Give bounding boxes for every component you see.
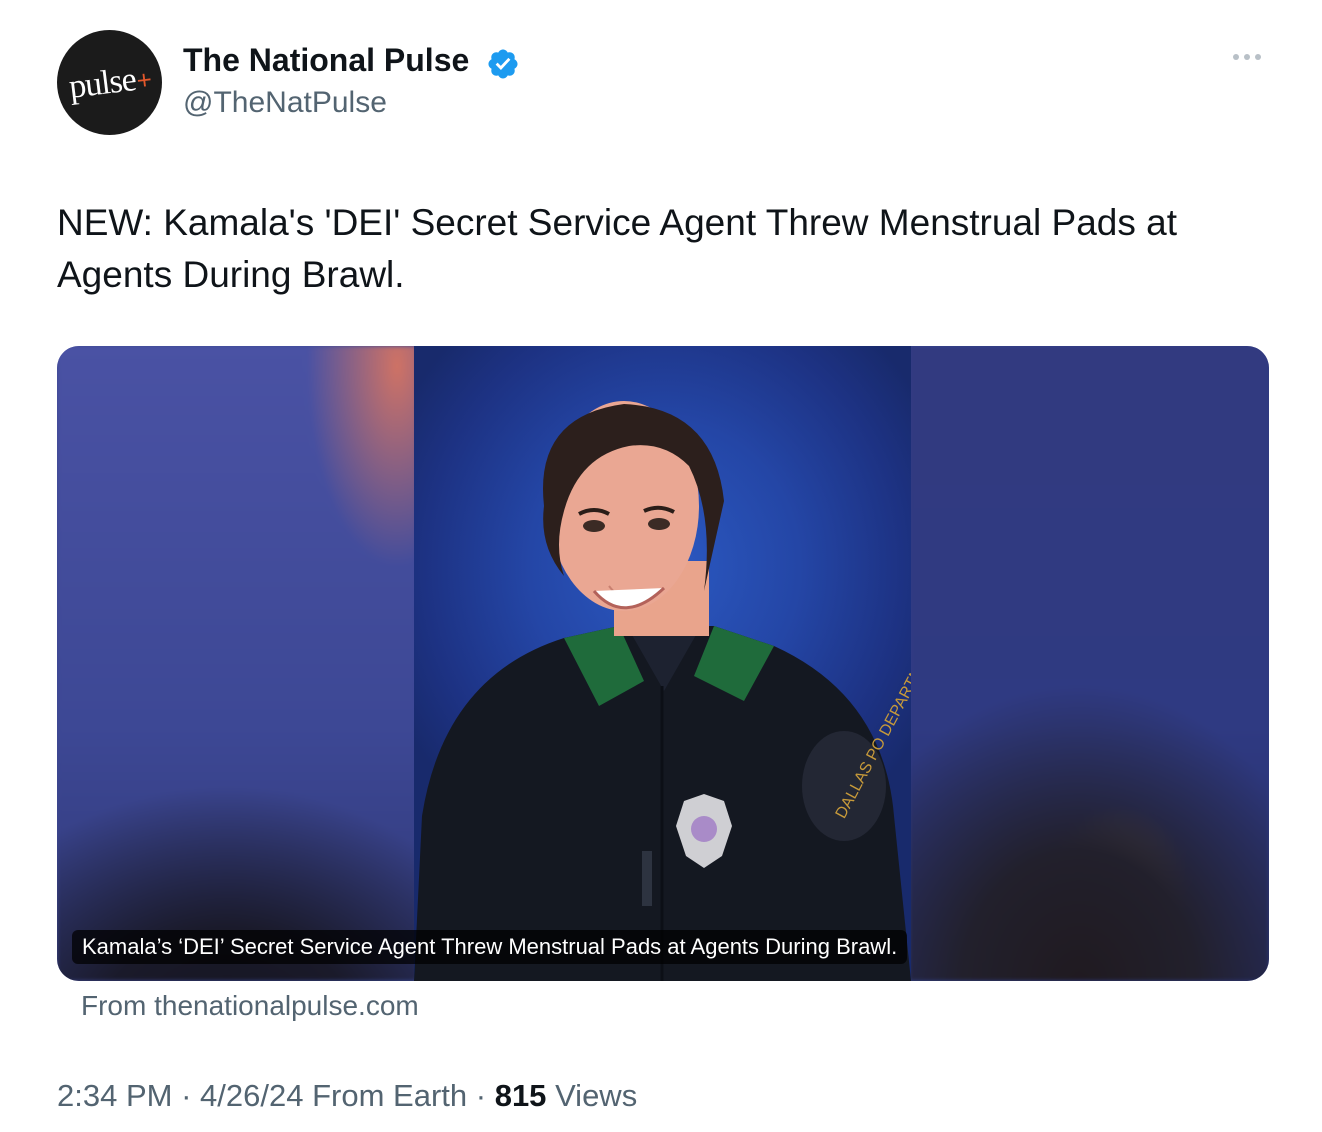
tweet-metadata: 2:34 PM · 4/26/24 From Earth · 815 Views <box>57 1078 638 1113</box>
source-link[interactable]: From thenationalpulse.com <box>81 990 419 1022</box>
views-label: Views <box>555 1078 638 1113</box>
user-handle[interactable]: @TheNatPulse <box>183 86 387 120</box>
more-dots-icon <box>1233 54 1239 60</box>
media-caption: Kamala’s ‘DEI’ Secret Service Agent Thre… <box>72 930 908 964</box>
blurred-background-left <box>57 346 417 981</box>
post-date[interactable]: 4/26/24 <box>200 1078 303 1113</box>
tweet-text: NEW: Kamala's 'DEI' Secret Service Agent… <box>57 202 1178 295</box>
post-source: From Earth <box>312 1078 468 1113</box>
display-name[interactable]: The National Pulse <box>183 42 469 79</box>
portrait-illustration: DALLAS PO DEPARTM <box>414 401 911 981</box>
avatar[interactable]: pulse+ <box>57 30 162 135</box>
officer-portrait-photo: DALLAS PO DEPARTM <box>414 346 911 981</box>
more-options-button[interactable] <box>1233 54 1261 60</box>
avatar-logo: pulse+ <box>66 60 153 106</box>
blurred-background-right <box>909 346 1269 981</box>
link-card-image[interactable]: DALLAS PO DEPARTM Kamala’s ‘DEI’ Secret … <box>57 346 1269 981</box>
views-count: 815 <box>494 1078 547 1113</box>
verified-badge-icon <box>488 49 518 79</box>
post-time[interactable]: 2:34 PM <box>57 1078 172 1113</box>
